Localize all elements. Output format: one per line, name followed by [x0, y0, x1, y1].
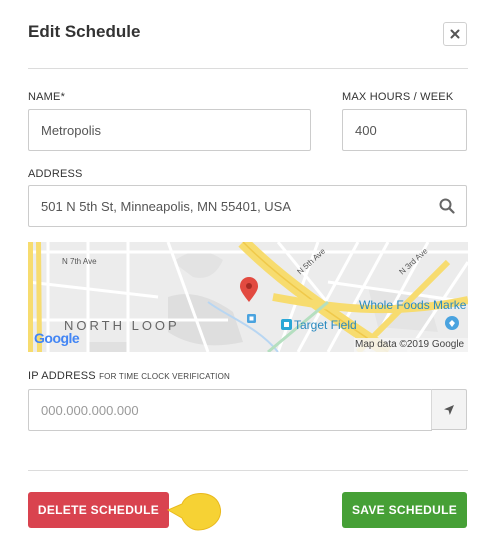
search-icon: [439, 198, 455, 214]
close-button[interactable]: [443, 22, 467, 46]
save-schedule-button[interactable]: SAVE SCHEDULE: [342, 492, 467, 528]
google-logo: Google: [34, 330, 80, 346]
max-hours-label: MAX HOURS / WEEK: [342, 91, 454, 103]
detect-ip-button[interactable]: [431, 389, 467, 430]
max-hours-field[interactable]: 400: [342, 109, 467, 151]
highlight-callout: [166, 493, 221, 531]
name-label: NAME*: [28, 91, 66, 103]
location-arrow-icon: [444, 404, 454, 415]
header-divider: [28, 68, 468, 69]
map-poi-target-field: Target Field: [294, 318, 357, 332]
map-poi-whole-foods: Whole Foods Marke: [359, 298, 467, 312]
map-neighborhood: NORTH LOOP: [64, 318, 180, 333]
map-street-7th: N 7th Ave: [62, 257, 97, 266]
ip-address-label: IP ADDRESS FOR TIME CLOCK VERIFICATION: [28, 370, 230, 382]
map-attribution: Map data ©2019 Google: [355, 339, 465, 350]
ip-address-sublabel: FOR TIME CLOCK VERIFICATION: [99, 372, 230, 381]
ip-address-label-text: IP ADDRESS: [28, 370, 96, 382]
dialog-title: Edit Schedule: [28, 22, 141, 41]
name-field[interactable]: Metropolis: [28, 109, 311, 151]
address-field[interactable]: 501 N 5th St, Minneapolis, MN 55401, USA: [28, 185, 467, 227]
location-map[interactable]: N 7th Ave N 5th Ave N 3rd Ave NORTH LOOP…: [28, 242, 468, 352]
footer-divider: [28, 470, 468, 471]
ip-address-field[interactable]: 000.000.000.000: [28, 389, 432, 431]
address-search-button[interactable]: [428, 186, 466, 226]
delete-schedule-button[interactable]: DELETE SCHEDULE: [28, 492, 169, 528]
close-icon: [450, 29, 460, 39]
address-label: ADDRESS: [28, 168, 83, 180]
